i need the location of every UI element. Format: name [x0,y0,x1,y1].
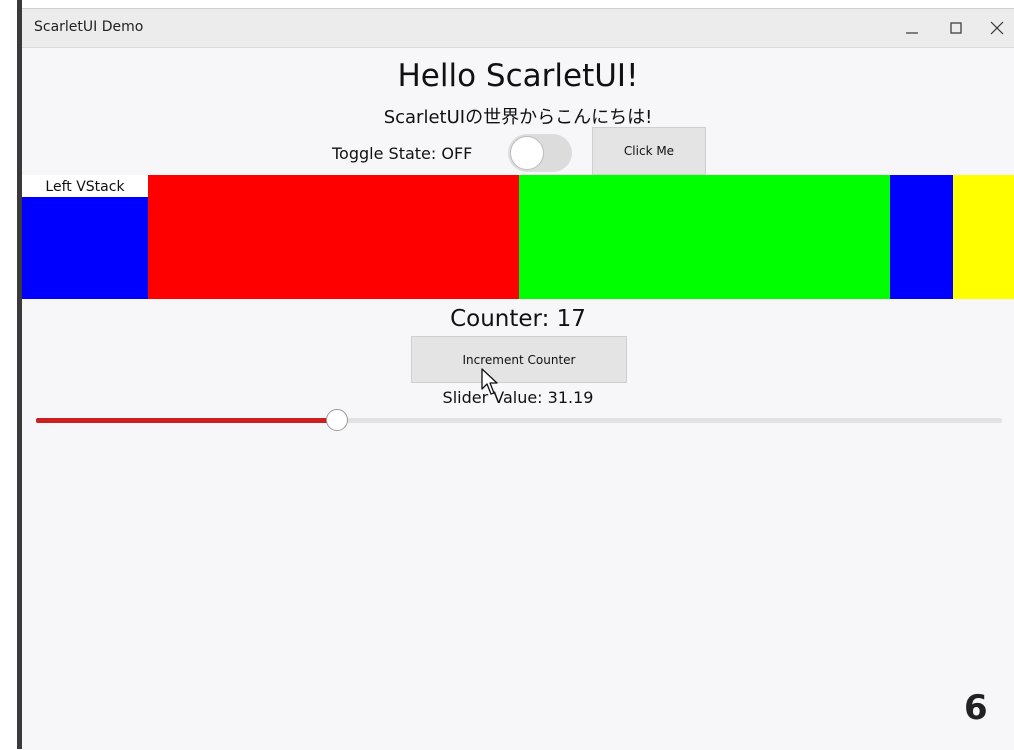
slider-fill [36,418,338,423]
minimize-icon [906,32,918,34]
frame-number: 6 [964,688,988,728]
slider-thumb[interactable] [326,409,349,431]
close-button[interactable] [983,15,1011,41]
maximize-icon [950,22,962,34]
toggle-knob [510,136,544,170]
increment-counter-button[interactable]: Increment Counter [411,336,627,383]
blue-block [890,175,953,299]
app-window: ScarletUI Demo Hello ScarletUI! ScarletU… [22,8,1014,750]
red-block [148,175,519,299]
page-title: Hello ScarletUI! [397,58,639,94]
maximize-button[interactable] [942,15,970,41]
green-block [519,175,890,299]
window-title: ScarletUI Demo [34,19,144,35]
minimize-button[interactable] [898,15,926,41]
page-subtitle: ScarletUIの世界からこんにちは! [383,107,653,128]
value-slider[interactable] [36,409,1002,433]
close-icon [990,21,1004,35]
left-vstack-blue-block [22,197,148,299]
toggle-switch[interactable] [508,134,572,172]
left-vstack-label: Left VStack [22,175,148,197]
yellow-block [953,175,1014,299]
counter-label: Counter: 17 [450,306,586,332]
left-vstack: Left VStack [22,175,148,299]
mouse-cursor-icon [481,368,498,395]
click-me-button[interactable]: Click Me [592,127,706,175]
color-hstack: Left VStack [22,175,1014,299]
left-edge-panel [0,0,22,749]
toggle-state-label: Toggle State: OFF [332,144,473,163]
slider-value-label: Slider Value: 31.19 [442,388,594,407]
title-bar: ScarletUI Demo [22,9,1014,48]
